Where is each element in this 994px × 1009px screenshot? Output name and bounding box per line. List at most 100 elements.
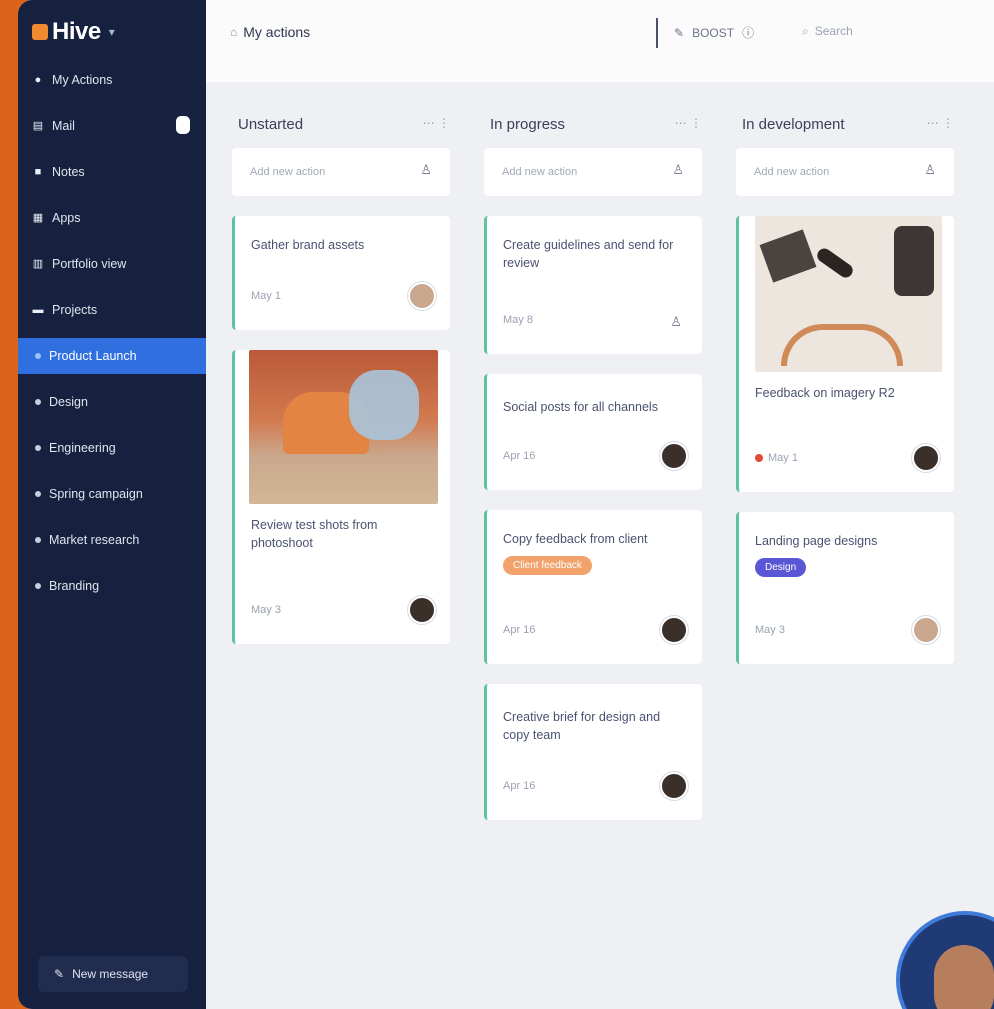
sidebar-item-portfolio-view[interactable]: ▥ Portfolio view — [18, 246, 206, 282]
toolbar: ✎ BOOST ⓘ — [674, 24, 754, 41]
sidebar-item-product-launch[interactable]: Product Launch — [18, 338, 206, 374]
search-icon: ⌕ — [802, 24, 809, 38]
sidebar-item-label: Product Launch — [49, 349, 137, 363]
sidebar-item-label: Portfolio view — [52, 257, 127, 271]
app-logo[interactable]: Hive ▾ — [32, 18, 115, 46]
avatar[interactable] — [912, 444, 940, 472]
column-title: In development — [742, 115, 845, 133]
new-message-label: New message — [72, 967, 149, 981]
new-message-button[interactable]: ✎ New message — [38, 956, 188, 992]
home-icon: ⌂ — [230, 25, 238, 39]
column-header: In progress ⋯ ⋮ — [484, 100, 702, 148]
sidebar-item-label: Projects — [52, 303, 98, 317]
sidebar-item-label: Notes — [52, 165, 85, 179]
avatar[interactable] — [660, 616, 688, 644]
info-icon[interactable]: ⓘ — [742, 24, 754, 41]
add-action-input[interactable]: Add new action ♙ — [736, 148, 954, 196]
card-title: Gather brand assets — [251, 238, 365, 252]
search-placeholder: Search — [814, 24, 853, 38]
project-dot-icon — [35, 399, 41, 405]
sidebar-item-mail[interactable]: ▤ Mail — [18, 108, 206, 144]
avatar[interactable] — [408, 282, 436, 310]
avatar[interactable] — [912, 616, 940, 644]
column-menu-icon[interactable]: ⋯ ⋮ — [927, 116, 954, 130]
column-menu-icon[interactable]: ⋯ ⋮ — [423, 116, 450, 130]
assign-person-icon[interactable]: ♙ — [924, 162, 936, 178]
sidebar-nav: ● My Actions ▤ Mail ■ Notes ▦ Apps ▥ Por… — [18, 62, 206, 614]
card-date-text: Apr 16 — [503, 624, 536, 636]
card-title: Creative brief for design and copy team — [503, 710, 661, 742]
action-card[interactable]: Copy feedback from client Client feedbac… — [484, 510, 702, 664]
card-title: Create guidelines and send for review — [503, 238, 674, 270]
add-action-input[interactable]: Add new action ♙ — [232, 148, 450, 196]
edit-icon[interactable]: ✎ — [674, 26, 684, 40]
action-card[interactable]: Creative brief for design and copy team … — [484, 684, 702, 820]
sidebar-item-label: Spring campaign — [49, 487, 143, 501]
assign-person-icon[interactable]: ♙ — [672, 162, 684, 178]
kanban-board: Unstarted ⋯ ⋮ Add new action ♙ Gather br… — [206, 100, 994, 1009]
sidebar-item-notes[interactable]: ■ Notes — [18, 154, 206, 190]
priority-flag-icon — [755, 454, 763, 462]
presenter-face — [934, 945, 994, 1009]
hive-logo-icon — [32, 24, 48, 40]
card-date-text: May 1 — [768, 452, 798, 464]
sidebar-item-apps[interactable]: ▦ Apps — [18, 200, 206, 236]
sidebar-item-my-actions[interactable]: ● My Actions — [18, 62, 206, 98]
card-image — [249, 350, 438, 504]
action-card[interactable]: Create guidelines and send for review Ma… — [484, 216, 702, 354]
tag-design[interactable]: Design — [755, 558, 807, 577]
sidebar-item-label: My Actions — [52, 73, 113, 87]
sidebar-item-market-research[interactable]: Market research — [18, 522, 206, 558]
project-dot-icon — [35, 445, 41, 451]
image-shape — [814, 245, 856, 281]
chevron-down-icon: ▾ — [108, 25, 115, 39]
column-unstarted: Unstarted ⋯ ⋮ Add new action ♙ Gather br… — [232, 100, 450, 664]
card-date: May 1 — [739, 452, 814, 464]
column-header: Unstarted ⋯ ⋮ — [232, 100, 450, 148]
mail-icon: ▤ — [32, 120, 44, 132]
portfolio-icon: ▥ — [32, 258, 44, 270]
assign-person-icon[interactable]: ♙ — [670, 314, 682, 330]
card-date: May 3 — [739, 624, 801, 636]
card-date-text: Apr 16 — [503, 450, 536, 462]
avatar[interactable] — [660, 442, 688, 470]
boost-button[interactable]: BOOST — [692, 26, 734, 40]
sidebar-item-design[interactable]: Design — [18, 384, 206, 420]
action-card[interactable]: Review test shots from photoshoot May 3 — [232, 350, 450, 644]
column-in-progress: In progress ⋯ ⋮ Add new action ♙ Create … — [484, 100, 702, 840]
person-icon: ● — [34, 74, 42, 86]
image-shape — [349, 370, 419, 440]
card-date: May 8 — [487, 314, 549, 326]
action-card[interactable]: Gather brand assets May 1 — [232, 216, 450, 330]
search-input[interactable]: ⌕ Search — [802, 24, 853, 39]
sidebar-item-spring-campaign[interactable]: Spring campaign — [18, 476, 206, 512]
project-dot-icon — [35, 491, 41, 497]
action-card[interactable]: Social posts for all channels Apr 16 — [484, 374, 702, 490]
top-bar: ⌂ My actions ✎ BOOST ⓘ ⌕ Search — [206, 0, 994, 82]
card-title: Review test shots from photoshoot — [251, 518, 378, 550]
action-card[interactable]: Feedback on imagery R2 May 1 — [736, 216, 954, 492]
column-menu-icon[interactable]: ⋯ ⋮ — [675, 116, 702, 130]
avatar[interactable] — [660, 772, 688, 800]
avatar[interactable] — [408, 596, 436, 624]
folder-icon: ▬ — [32, 304, 44, 316]
page-title: ⌂ My actions — [230, 24, 310, 40]
add-action-placeholder: Add new action — [502, 166, 578, 178]
action-card[interactable]: Landing page designs Design May 3 — [736, 512, 954, 664]
card-title: Copy feedback from client — [503, 532, 648, 546]
card-date-text: May 3 — [251, 604, 281, 616]
sidebar-item-label: Apps — [52, 211, 81, 225]
add-action-placeholder: Add new action — [754, 166, 830, 178]
sidebar-item-projects[interactable]: ▬ Projects — [18, 292, 206, 328]
column-title: In progress — [490, 115, 566, 133]
sidebar-item-engineering[interactable]: Engineering — [18, 430, 206, 466]
sidebar-item-label: Market research — [49, 533, 140, 547]
assign-person-icon[interactable]: ♙ — [420, 162, 432, 178]
notes-icon: ■ — [34, 166, 42, 178]
image-shape — [759, 229, 817, 283]
card-date: Apr 16 — [487, 780, 551, 792]
add-action-input[interactable]: Add new action ♙ — [484, 148, 702, 196]
card-date: May 1 — [235, 290, 297, 302]
sidebar-item-branding[interactable]: Branding — [18, 568, 206, 604]
tag-client-feedback[interactable]: Client feedback — [503, 556, 592, 575]
